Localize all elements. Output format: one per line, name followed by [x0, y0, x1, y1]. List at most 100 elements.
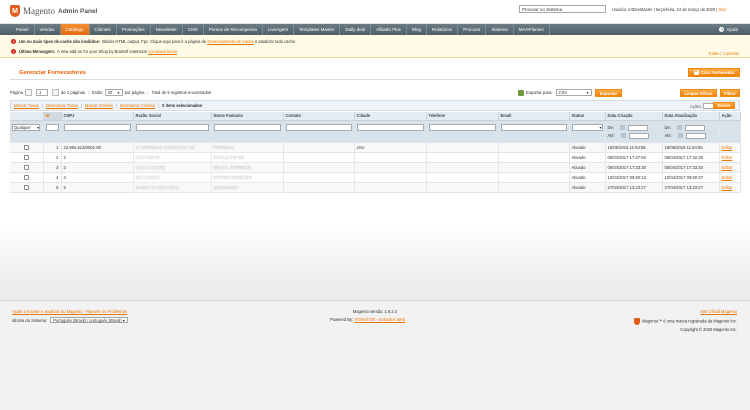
prev-page-button[interactable]	[25, 89, 33, 96]
export-label: Exportar para:	[526, 90, 553, 95]
nav-item[interactable]: Clientes	[90, 24, 117, 35]
filter-id-input[interactable]	[45, 123, 59, 131]
calendar-icon[interactable]	[676, 125, 682, 130]
column-header[interactable]: Razão Social	[133, 112, 212, 121]
export-format-select[interactable]: CSV ▾	[555, 89, 592, 96]
filter-contato-input[interactable]	[285, 123, 352, 131]
latest-message-text: A new add-on for your Shop by BrainOf ex…	[57, 49, 148, 54]
filter-cnpj-input[interactable]	[63, 123, 131, 131]
created-from-input[interactable]	[627, 124, 648, 131]
column-header[interactable]: Telefone	[426, 112, 499, 121]
nav-item[interactable]: Procurar	[458, 24, 487, 35]
nav-item[interactable]: Blog	[407, 24, 427, 35]
table-row[interactable]: 1 23.994.513/0001-80 27 PRENSAS COMERCIO D…	[10, 142, 741, 153]
nav-item[interactable]: Promoções	[117, 24, 151, 35]
nav-item[interactable]: LiveAgent	[263, 24, 294, 35]
select-all-link[interactable]: Marcar Todos	[14, 103, 39, 108]
row-checkbox[interactable]	[23, 144, 29, 150]
nav-item[interactable]: MAGFlames	[514, 24, 550, 35]
table-row[interactable]: 2 2 COSTURAR ESTILO EM RE Ativado 05/04/2017 …	[10, 152, 741, 163]
cell-acao[interactable]: Editar	[719, 182, 741, 193]
filter-telefone-input[interactable]	[428, 123, 496, 131]
massaction-filter-select[interactable]: Qualquer ▾	[12, 123, 40, 131]
filter-fantasia-input[interactable]	[213, 123, 281, 131]
table-row[interactable]: 5 5 MARIO DA SECURAS SEGURADO Ativado 27/04/2…	[10, 182, 741, 193]
row-checkbox[interactable]	[23, 184, 29, 190]
read-more-link[interactable]: Continuar lendo	[148, 49, 177, 54]
grid-body: 1 23.994.513/0001-80 27 PRENSAS COMERCIO D…	[10, 142, 741, 193]
column-header[interactable]: Cidade	[354, 112, 427, 121]
filter-cidade-input[interactable]	[356, 123, 424, 131]
all-messages-link[interactable]: Todas	[708, 51, 719, 56]
magento-logo[interactable]: M Magento Admin Panel	[10, 5, 97, 17]
nav-item[interactable]: Sistema	[486, 24, 514, 35]
column-header[interactable]: Email	[498, 112, 570, 121]
footer-language: Idioma do Sistema: Português (Brasil) / …	[12, 317, 128, 323]
cell-razao: CASA ALEGRE	[133, 162, 212, 173]
created-to-input[interactable]	[628, 132, 649, 139]
row-checkbox[interactable]	[23, 164, 29, 170]
footer-site: Site Oficial Magento	[700, 309, 737, 314]
cell-fantasia: PRENSAS	[211, 142, 284, 153]
unselect-visible-link[interactable]: Desmarcar Visíveis	[120, 103, 155, 108]
page-input[interactable]: 1	[36, 89, 49, 96]
column-header[interactable]: ID	[43, 112, 62, 121]
column-header[interactable]: Status	[569, 112, 606, 121]
cell-criacao: 05/04/2017 17:27:50	[605, 152, 663, 163]
calendar-icon[interactable]	[677, 133, 683, 138]
magento-small-logo-icon	[634, 318, 641, 325]
submit-actions-button[interactable]: Enviar	[713, 102, 735, 109]
cell-acao[interactable]: Editar	[719, 162, 741, 173]
cell-acao[interactable]: Editar	[719, 142, 741, 153]
close-message-link[interactable]: Cancelar	[723, 51, 739, 56]
logout-link[interactable]: Sair	[719, 7, 726, 12]
filter-email-input[interactable]	[500, 123, 567, 131]
nav-item[interactable]: Daily deal	[340, 24, 372, 35]
unselect-all-link[interactable]: Desmarcar Todos	[46, 103, 78, 108]
per-page-select[interactable]: 20 ▾	[104, 89, 123, 96]
cache-management-link[interactable]: Gerenciamento de Cache	[207, 39, 254, 44]
plus-icon: +	[693, 69, 699, 75]
nav-item[interactable]: Relatórios	[427, 24, 459, 35]
column-header[interactable]: Nome Fantasia	[211, 112, 284, 121]
column-header[interactable]: Data Atualização	[662, 112, 720, 121]
export-button[interactable]: Exportar	[595, 89, 622, 97]
nav-item[interactable]: Painel	[11, 24, 35, 35]
cell-acao[interactable]: Editar	[719, 172, 741, 183]
report-bugs-link[interactable]: Ajude a manter e atualizar do Magento - …	[12, 309, 127, 314]
search-button[interactable]: Filtrar	[720, 89, 740, 97]
magento-site-link[interactable]: Site Oficial Magento	[700, 309, 737, 314]
nav-item[interactable]: Pontos de Recompensa	[204, 24, 263, 35]
calendar-icon[interactable]	[620, 133, 626, 138]
filter-created-to: Até:	[608, 132, 660, 140]
table-row[interactable]: 4 4 SOLUTECH ENTREFORNECER Ativado 10/04/2017…	[10, 172, 741, 183]
filter-razao-input[interactable]	[135, 123, 209, 131]
nav-item[interactable]: Newsletter	[151, 24, 183, 35]
row-checkbox[interactable]	[23, 154, 29, 160]
column-header[interactable]: Ação	[719, 112, 741, 121]
select-visible-link[interactable]: Marcar Visíveis	[85, 103, 113, 108]
nav-item[interactable]: Vendas	[35, 24, 61, 35]
updated-from-input[interactable]	[684, 124, 705, 131]
divider	[10, 79, 740, 80]
nav-item[interactable]: Templates Master	[294, 24, 341, 35]
column-header[interactable]: CNPJ	[61, 112, 134, 121]
help-link[interactable]: ? Ajuda	[719, 27, 738, 32]
nav-item[interactable]: Catálogo	[60, 24, 90, 35]
calendar-icon[interactable]	[619, 125, 625, 130]
nav-item[interactable]: Afiliado Plus	[371, 24, 407, 35]
cell-acao[interactable]: Editar	[719, 152, 741, 163]
next-page-button[interactable]	[52, 89, 60, 96]
language-select[interactable]: Português (Brasil) / português (Brasil) …	[50, 317, 128, 323]
global-search-input[interactable]: Procurar no Sistema	[519, 5, 606, 13]
powered-link[interactable]: ITGRATOR - Soluções Web	[354, 317, 405, 322]
reset-filter-button[interactable]: Limpar Filtros	[680, 89, 717, 97]
column-header[interactable]: Contato	[283, 112, 355, 121]
filter-status-select[interactable]: ▾	[571, 123, 603, 131]
updated-to-input[interactable]	[685, 132, 706, 139]
table-row[interactable]: 3 3 CASA ALEGRE BRASIL FORNECE Ativado 05/04/…	[10, 162, 741, 173]
row-checkbox[interactable]	[23, 174, 29, 180]
nav-item[interactable]: CMS	[183, 24, 204, 35]
create-supplier-button[interactable]: + Criar Fornecedor	[688, 68, 740, 77]
column-header[interactable]: Data Criação	[605, 112, 663, 121]
